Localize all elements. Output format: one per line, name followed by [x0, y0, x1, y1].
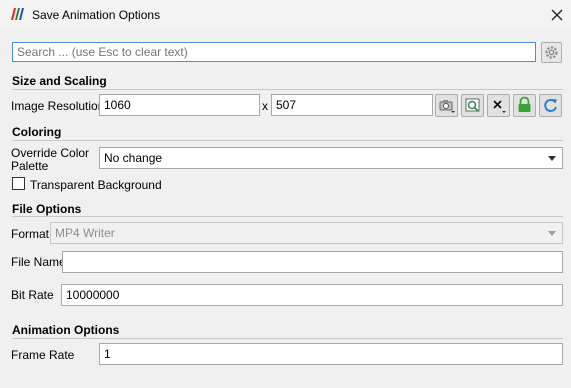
settings-button[interactable]	[541, 42, 562, 63]
file-name-label: File Name	[11, 255, 66, 269]
bit-rate-input[interactable]	[61, 284, 563, 306]
frame-rate-input[interactable]	[99, 343, 563, 365]
close-icon[interactable]	[547, 5, 567, 25]
color-palette-select[interactable]: No change	[99, 147, 563, 169]
divider	[12, 216, 563, 217]
divider	[12, 140, 563, 141]
override-color-palette-label-line1: Override Color	[11, 146, 90, 160]
section-animation-options: Animation Options	[12, 323, 120, 337]
resolution-width-input[interactable]	[99, 94, 260, 116]
format-value: MP4 Writer	[55, 226, 115, 240]
refresh-icon	[544, 99, 557, 112]
resolution-height-input[interactable]	[271, 94, 433, 116]
transparent-background-label: Transparent Background	[30, 178, 162, 192]
frame-rate-label: Frame Rate	[11, 348, 75, 362]
section-size-and-scaling: Size and Scaling	[12, 74, 107, 88]
color-palette-value: No change	[104, 151, 163, 165]
transparent-background-checkbox[interactable]	[12, 177, 25, 190]
camera-icon	[439, 100, 455, 113]
reset-button[interactable]	[487, 94, 510, 117]
preview-icon	[465, 98, 480, 112]
lock-button[interactable]	[513, 94, 536, 117]
preview-button[interactable]	[461, 94, 484, 117]
section-file-options: File Options	[12, 202, 82, 216]
refresh-button[interactable]	[539, 94, 562, 117]
resolution-separator: x	[262, 99, 268, 113]
divider	[12, 89, 563, 90]
divider	[12, 338, 563, 339]
gear-icon	[545, 46, 558, 59]
reset-icon	[493, 100, 506, 113]
format-select: MP4 Writer	[50, 222, 563, 244]
lock-icon	[518, 96, 531, 112]
camera-button[interactable]	[435, 94, 458, 117]
search-input[interactable]	[12, 42, 536, 62]
override-color-palette-label-line2: Palette	[11, 159, 49, 173]
chevron-down-icon	[548, 156, 556, 161]
window-title: Save Animation Options	[32, 8, 161, 22]
section-coloring: Coloring	[12, 125, 62, 139]
bit-rate-label: Bit Rate	[11, 288, 54, 302]
image-resolution-label: Image Resolution	[11, 99, 105, 113]
file-name-input[interactable]	[62, 251, 563, 273]
format-label: Format	[11, 227, 50, 241]
paraview-logo-icon	[11, 8, 24, 20]
chevron-down-icon	[548, 231, 556, 236]
